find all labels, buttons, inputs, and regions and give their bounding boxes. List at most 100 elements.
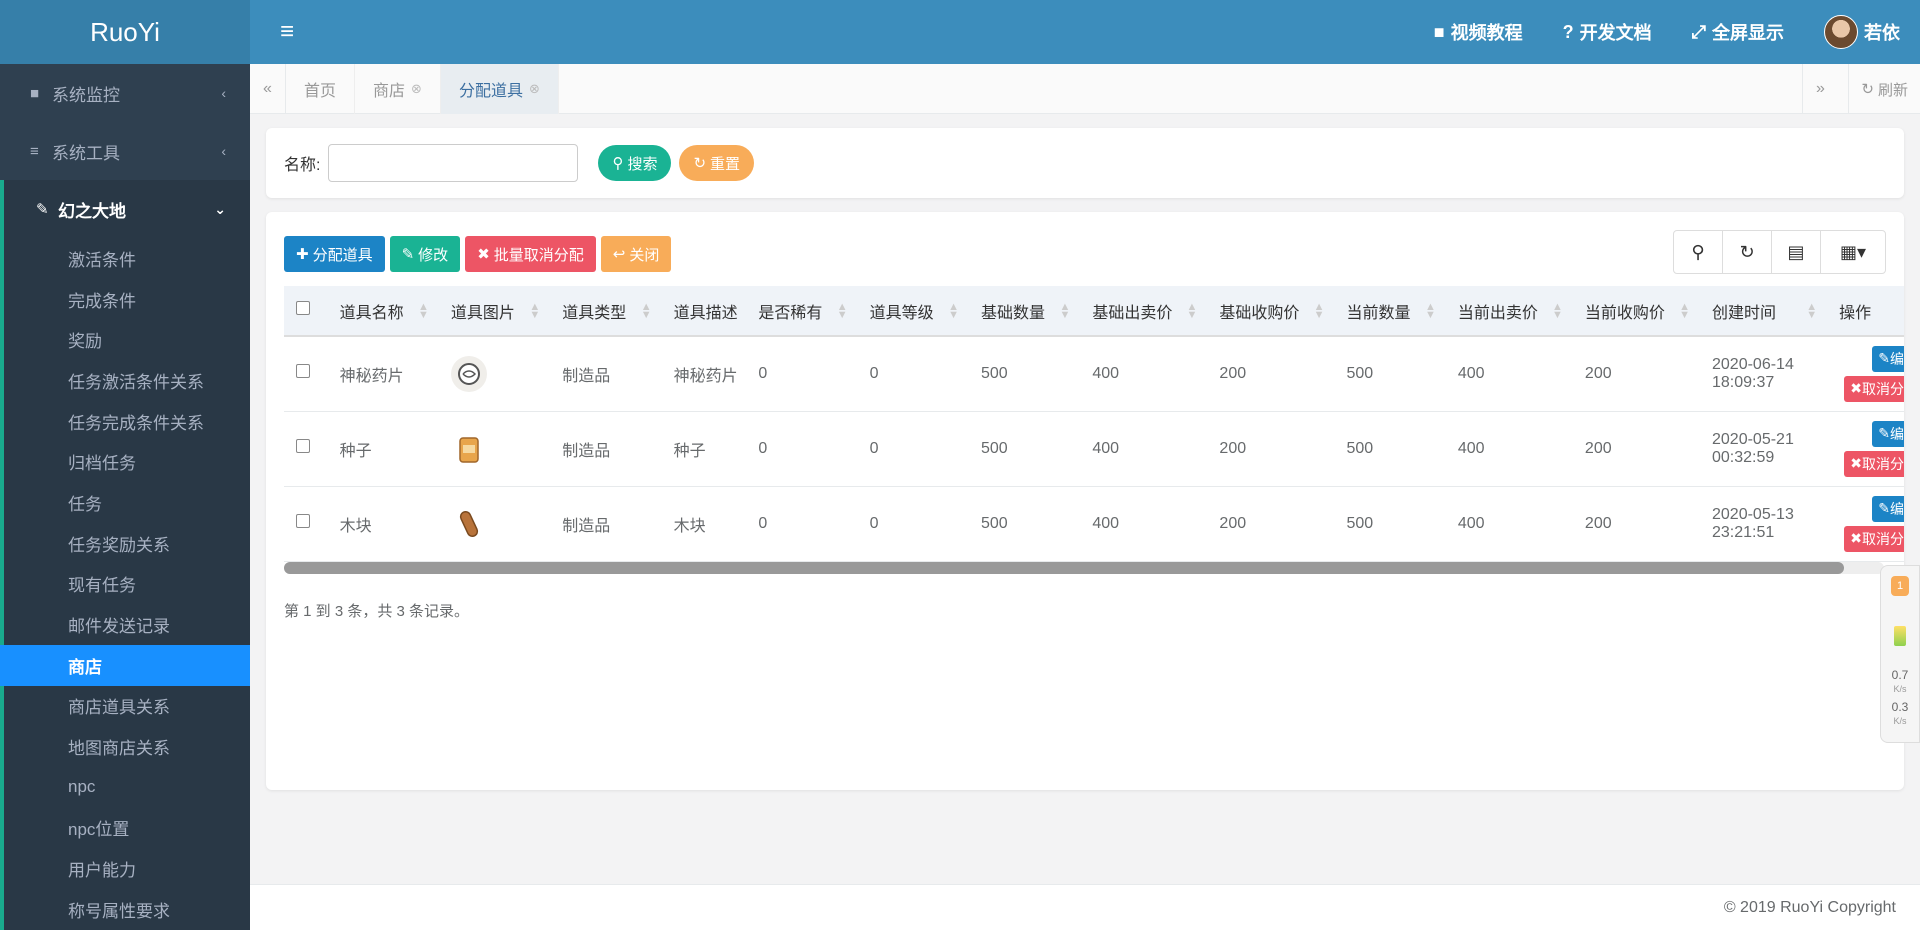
assign-items-button[interactable]: ✚ 分配道具 [284, 236, 385, 272]
created-time: 00:32:59 [1712, 448, 1775, 466]
sort-icon: ▲ ▼ [836, 301, 848, 321]
base-sell-cell: 400 [1092, 364, 1120, 382]
table-refresh-icon[interactable]: ↻ [1723, 231, 1772, 273]
item-type-cell: 制造品 [562, 442, 611, 460]
column-header[interactable]: 当前收购价 ▲ ▼ [1573, 286, 1700, 336]
edit-label: 修改 [418, 246, 449, 264]
fullscreen-link[interactable]: ⤢ 全屏显示 [1692, 19, 1784, 45]
horizontal-scrollbar[interactable] [284, 562, 1884, 574]
sidebar-subitem[interactable]: 地图商店关系 [4, 726, 250, 767]
batch-cancel-button[interactable]: ✖ 批量取消分配 [465, 236, 596, 272]
column-title: 基础收购价 [1219, 304, 1300, 322]
times-icon: ✖ [1850, 380, 1862, 397]
row-cancel-button[interactable]: ✖取消分配 [1844, 525, 1904, 552]
sidebar-item-system-monitor[interactable]: ■ 系统监控 ‹ [0, 64, 250, 122]
sidebar-subitem[interactable]: 完成条件 [4, 279, 250, 320]
sidebar-subitem[interactable]: 激活条件 [4, 238, 250, 279]
select-all-checkbox[interactable] [296, 301, 310, 315]
user-menu[interactable]: 若依 [1824, 15, 1900, 49]
network-speed-widget[interactable]: 1 0.7 K/s 0.3 K/s [1880, 565, 1920, 743]
toggle-view-icon[interactable]: ▤ [1772, 231, 1821, 273]
sidebar-subitem[interactable]: 任务激活条件关系 [4, 360, 250, 401]
table-row[interactable]: 木块 制造品 木块 0 0 500 400 200 500 400 200 20… [284, 486, 1904, 561]
sidebar-subitem[interactable]: 邮件发送记录 [4, 604, 250, 645]
tab-assign-items[interactable]: 分配道具 ⊗ [440, 64, 559, 114]
download-speed-value: 0.3 [1891, 700, 1909, 714]
tabs-scroll-right-icon[interactable]: » [1802, 64, 1838, 114]
sidebar-subitem-active[interactable]: 商店 [0, 644, 250, 686]
edit-button[interactable]: ✎ 修改 [389, 236, 461, 272]
video-camera-icon: ■ [1433, 21, 1445, 42]
cur-qty-cell: 500 [1346, 364, 1374, 382]
created-time-cell: 2020-06-14 18:09:37 [1700, 336, 1827, 411]
wood-log-icon[interactable] [451, 506, 487, 542]
row-cancel-button[interactable]: ✖取消分配 [1844, 450, 1904, 477]
column-header: 操作 [1827, 286, 1904, 336]
sidebar-subitem[interactable]: 归档任务 [4, 441, 250, 482]
row-checkbox[interactable] [296, 439, 310, 453]
item-name-cell: 神秘药片 [339, 367, 404, 385]
column-header[interactable]: 当前出卖价 ▲ ▼ [1446, 286, 1573, 336]
close-icon[interactable]: ⊗ [529, 81, 540, 97]
table-row[interactable]: 神秘药片 制造品 神秘药片 0 0 500 400 200 500 400 20… [284, 336, 1904, 411]
data-table-wrapper: 道具名称 ▲ ▼ 道具图片 ▲ ▼ 道具类型 ▲ ▼ 道具描述 是否稀有 ▲ ▼ 道具等级 ▲ ▼ … [284, 286, 1904, 562]
row-edit-button[interactable]: ✎编辑 [1872, 420, 1904, 447]
menu-toggle-icon[interactable]: ≡ [280, 18, 294, 46]
close-icon[interactable]: ⊗ [411, 81, 422, 97]
row-checkbox[interactable] [296, 514, 310, 528]
app-logo[interactable]: RuoYi [0, 0, 250, 64]
pagination-info: 第 1 到 3 条，共 3 条记录。 [284, 603, 470, 620]
column-header[interactable]: 创建时间 ▲ ▼ [1700, 286, 1827, 336]
base-qty-cell: 500 [981, 514, 1008, 532]
row-cancel-button[interactable]: ✖取消分配 [1844, 375, 1904, 402]
column-header[interactable]: 道具名称 ▲ ▼ [328, 286, 439, 336]
sidebar-subitem[interactable]: 奖励 [4, 319, 250, 360]
row-edit-button[interactable]: ✎编辑 [1872, 345, 1904, 372]
tabs-scroll-left-icon[interactable]: « [250, 64, 286, 114]
sidebar-subitem[interactable]: 商店道具关系 [4, 686, 250, 727]
cur-buy-cell: 200 [1584, 514, 1612, 532]
sidebar-item-system-tools[interactable]: ≡ 系统工具 ‹ [0, 122, 250, 180]
table-row[interactable]: 种子 制造品 种子 0 0 500 400 200 500 400 200 20… [284, 411, 1904, 486]
columns-icon[interactable]: ▦▾ [1821, 231, 1885, 273]
sidebar-subitem[interactable]: 用户能力 [4, 848, 250, 889]
sidebar-item-fantasy-land[interactable]: ✎ 幻之大地 ⌄ [4, 180, 250, 238]
assign-items-label: 分配道具 [312, 246, 373, 264]
column-header[interactable]: 基础收购价 ▲ ▼ [1207, 286, 1334, 336]
video-tutorial-link[interactable]: ■ 视频教程 [1434, 19, 1523, 45]
scrollbar-thumb[interactable] [284, 562, 1844, 574]
row-edit-button[interactable]: ✎编辑 [1872, 495, 1904, 522]
table-search-icon[interactable]: ⚲ [1674, 231, 1723, 273]
column-header[interactable]: 基础数量 ▲ ▼ [969, 286, 1080, 336]
row-checkbox[interactable] [296, 364, 310, 379]
sidebar-subitem[interactable]: npc [4, 767, 250, 808]
tab-home[interactable]: 首页 [286, 64, 356, 114]
column-header[interactable]: 是否稀有 ▲ ▼ [746, 286, 857, 336]
column-header[interactable]: 基础出卖价 ▲ ▼ [1080, 286, 1207, 336]
column-header[interactable]: 道具类型 ▲ ▼ [550, 286, 661, 336]
column-header[interactable]: 道具图片 ▲ ▼ [439, 286, 550, 336]
column-header[interactable]: 道具等级 ▲ ▼ [858, 286, 969, 336]
sidebar-subitem[interactable]: npc位置 [4, 808, 250, 849]
sidebar-subitem[interactable]: 现有任务 [4, 564, 250, 605]
sort-icon: ▲ ▼ [1679, 301, 1690, 321]
name-search-input[interactable] [328, 144, 579, 182]
column-header[interactable]: 当前数量 ▲ ▼ [1335, 286, 1446, 336]
row-select-cell [284, 411, 328, 486]
actions-cell: ✎编辑 ✖取消分配 [1827, 336, 1904, 411]
pill-icon[interactable] [450, 355, 487, 392]
column-title: 操作 [1839, 304, 1872, 322]
search-button[interactable]: ⚲ 搜索 [598, 145, 672, 181]
close-button[interactable]: ↩ 关闭 [600, 236, 672, 272]
refresh-button[interactable]: ↻ 刷新 [1848, 64, 1920, 114]
tab-shop[interactable]: 商店 ⊗ [355, 64, 441, 114]
reset-button[interactable]: ↻ 重置 [679, 145, 755, 181]
dev-docs-link[interactable]: ? 开发文档 [1563, 19, 1652, 45]
sidebar-subitem[interactable]: 任务奖励关系 [4, 523, 250, 564]
item-type-cell: 制造品 [562, 517, 611, 535]
seed-bag-icon[interactable] [451, 431, 487, 467]
sidebar-subitem[interactable]: 称号属性要求 [4, 889, 250, 930]
tab-label: 分配道具 [458, 83, 523, 100]
sidebar-subitem[interactable]: 任务完成条件关系 [4, 401, 250, 442]
sidebar-subitem[interactable]: 任务 [4, 482, 250, 523]
